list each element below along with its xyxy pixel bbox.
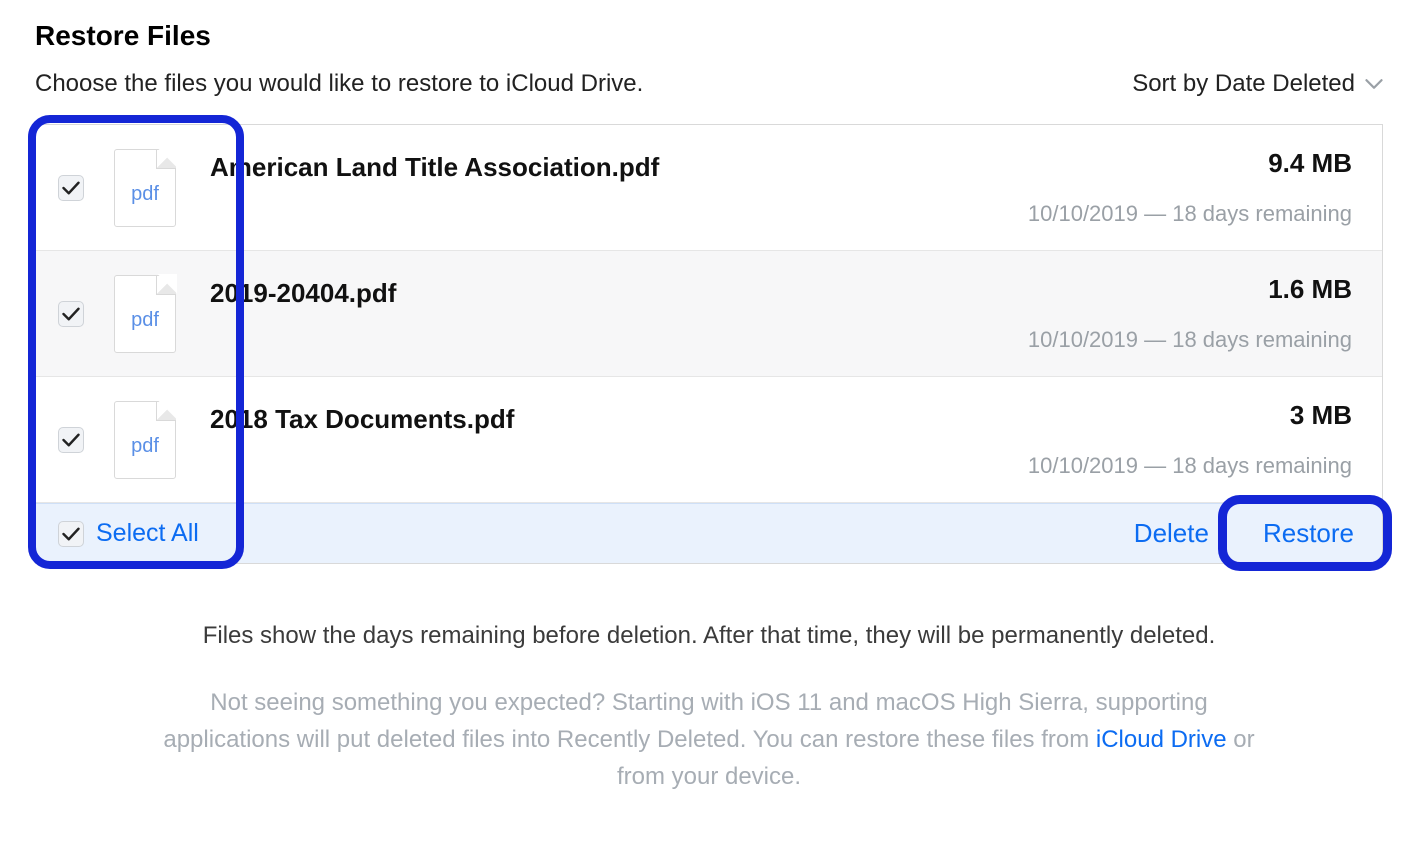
- sort-label: Sort by Date Deleted: [1132, 70, 1355, 98]
- pdf-file-icon: pdf: [114, 275, 176, 353]
- subtitle: Choose the files you would like to resto…: [35, 70, 643, 98]
- restore-button[interactable]: Restore: [1263, 518, 1354, 549]
- file-row[interactable]: pdf 2018 Tax Documents.pdf 3 MB 10/10/20…: [36, 377, 1382, 503]
- file-checkbox[interactable]: [58, 175, 84, 201]
- footer-bar: Select All Delete Restore: [36, 503, 1382, 563]
- file-meta: 10/10/2019 — 18 days remaining: [1028, 453, 1352, 479]
- file-name: 2019-20404.pdf: [210, 278, 396, 309]
- check-icon: [62, 433, 80, 447]
- delete-button[interactable]: Delete: [1134, 518, 1209, 549]
- file-size: 1.6 MB: [1028, 274, 1352, 305]
- file-meta: 10/10/2019 — 18 days remaining: [1028, 327, 1352, 353]
- file-row[interactable]: pdf 2019-20404.pdf 1.6 MB 10/10/2019 — 1…: [36, 251, 1382, 377]
- file-size: 9.4 MB: [1028, 148, 1352, 179]
- sort-dropdown[interactable]: Sort by Date Deleted: [1132, 70, 1383, 98]
- file-checkbox[interactable]: [58, 301, 84, 327]
- file-row[interactable]: pdf American Land Title Association.pdf …: [36, 125, 1382, 251]
- select-all-label: Select All: [96, 519, 199, 548]
- file-checkbox[interactable]: [58, 427, 84, 453]
- file-size: 3 MB: [1028, 400, 1352, 431]
- check-icon: [62, 181, 80, 195]
- pdf-file-icon: pdf: [114, 149, 176, 227]
- select-all-checkbox[interactable]: [58, 521, 84, 547]
- file-meta: 10/10/2019 — 18 days remaining: [1028, 201, 1352, 227]
- select-all-control[interactable]: Select All: [58, 519, 199, 548]
- page-title: Restore Files: [35, 20, 1383, 52]
- check-icon: [62, 307, 80, 321]
- file-name: 2018 Tax Documents.pdf: [210, 404, 514, 435]
- info-primary-text: Files show the days remaining before del…: [105, 622, 1313, 650]
- subheader: Choose the files you would like to resto…: [35, 70, 1383, 98]
- file-list: pdf American Land Title Association.pdf …: [35, 124, 1383, 564]
- check-icon: [62, 527, 80, 541]
- pdf-file-icon: pdf: [114, 401, 176, 479]
- icloud-drive-link[interactable]: iCloud Drive: [1096, 726, 1227, 753]
- info-secondary-text: Not seeing something you expected? Start…: [149, 684, 1269, 796]
- file-name: American Land Title Association.pdf: [210, 152, 659, 183]
- chevron-down-icon: [1365, 78, 1383, 90]
- info-block: Files show the days remaining before del…: [35, 622, 1383, 796]
